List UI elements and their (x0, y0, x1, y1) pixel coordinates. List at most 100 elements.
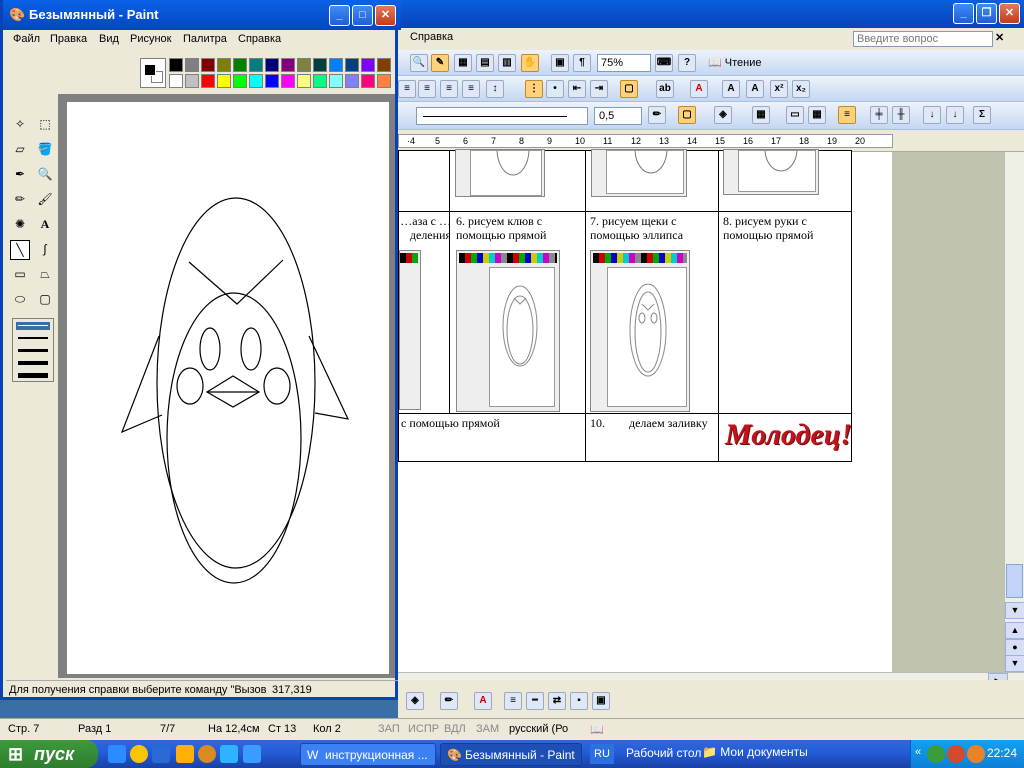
color-swatch[interactable] (201, 58, 215, 72)
curve-tool-icon[interactable]: ∫ (35, 240, 55, 260)
merge-cells-icon[interactable]: ▭ (786, 106, 804, 124)
shadow-icon[interactable]: ▪ (570, 692, 588, 710)
status-trk[interactable]: ИСПР (408, 723, 439, 735)
pencil-icon[interactable]: ✏ (10, 190, 30, 210)
spelling-icon[interactable]: 📖 (590, 723, 604, 736)
align-right-icon[interactable]: ≡ (440, 80, 458, 98)
grow-font-icon[interactable]: A (722, 80, 740, 98)
insert-table-icon[interactable]: ▦ (752, 106, 770, 124)
map-icon[interactable]: ▣ (551, 54, 569, 72)
color-swatch[interactable] (361, 74, 375, 88)
color-swatch[interactable] (281, 74, 295, 88)
menu-file[interactable]: Файл (13, 33, 40, 45)
close-doc-icon[interactable]: ✕ (995, 31, 1004, 44)
start-button[interactable]: ⊞ пуск (0, 740, 98, 768)
bullets-icon[interactable]: • (546, 80, 564, 98)
line-color-icon[interactable]: ✏ (440, 692, 458, 710)
font-color-icon[interactable]: A (690, 80, 708, 98)
color-swatch[interactable] (345, 74, 359, 88)
word-launch-icon[interactable] (243, 745, 261, 763)
sort-desc-icon[interactable]: ↓ (946, 106, 964, 124)
line-style-icon[interactable]: ≡ (504, 692, 522, 710)
status-rec[interactable]: ЗАП (378, 723, 400, 735)
color-swatch[interactable] (185, 58, 199, 72)
ask-question-input[interactable]: Введите вопрос (853, 31, 993, 47)
rect-select-icon[interactable]: ⬚ (35, 115, 55, 135)
research-icon[interactable]: 🔍 (410, 54, 428, 72)
color-swatch[interactable] (297, 58, 311, 72)
paint-close-button[interactable]: ✕ (375, 5, 396, 26)
color-swatch[interactable] (377, 74, 391, 88)
paint-maximize-button[interactable]: □ (352, 5, 373, 26)
language-indicator[interactable]: RU (590, 744, 614, 764)
line-width-selector[interactable] (12, 318, 54, 382)
fill-color-icon[interactable]: ◈ (406, 692, 424, 710)
distribute-rows-icon[interactable]: ╪ (870, 106, 888, 124)
fill-bucket-icon[interactable]: 🪣 (35, 140, 55, 160)
tray-update-icon[interactable] (967, 745, 985, 763)
menu-help[interactable]: Справка (410, 31, 453, 43)
rounded-rect-tool-icon[interactable]: ▢ (35, 290, 55, 310)
rectangle-tool-icon[interactable]: ▭ (10, 265, 30, 285)
paint-launch-icon[interactable] (198, 745, 216, 763)
color-swatch[interactable] (169, 74, 183, 88)
justify-icon[interactable]: ≡ (462, 80, 480, 98)
minimize-button[interactable]: _ (953, 3, 974, 24)
drawing-icon[interactable]: ✎ (431, 54, 449, 72)
brush-icon[interactable]: 🖌 (35, 190, 55, 210)
status-ovr[interactable]: ЗАМ (476, 723, 499, 735)
search-launch-icon[interactable] (220, 745, 238, 763)
read-mode-button[interactable]: 📖 Чтение (708, 56, 761, 69)
keyboard-icon[interactable]: ⌨ (655, 54, 673, 72)
increase-indent-icon[interactable]: ⇥ (590, 80, 608, 98)
scroll-thumb[interactable] (1006, 564, 1023, 598)
dash-style-icon[interactable]: ┅ (526, 692, 544, 710)
color-swatch[interactable] (233, 74, 247, 88)
media-player-icon[interactable] (130, 745, 148, 763)
color-swatch[interactable] (249, 74, 263, 88)
color-swatch[interactable] (217, 74, 231, 88)
line-spacing-icon[interactable]: ↕ (486, 80, 504, 98)
airbrush-icon[interactable]: ✺ (10, 215, 30, 235)
help-icon[interactable]: ? (678, 54, 696, 72)
menu-image[interactable]: Рисунок (130, 33, 172, 45)
ellipse-tool-icon[interactable]: ⬭ (10, 290, 30, 310)
magnifier-icon[interactable]: 🔍 (35, 165, 55, 185)
numbering-icon[interactable]: ⋮ (525, 80, 543, 98)
color-swatch[interactable] (313, 74, 327, 88)
color-swatch[interactable] (361, 58, 375, 72)
color-swatch[interactable] (169, 58, 183, 72)
shading-color-icon[interactable]: ◈ (714, 106, 732, 124)
color-swatch[interactable] (217, 58, 231, 72)
quick-launch-icon[interactable] (176, 745, 194, 763)
color-swatch[interactable] (233, 58, 247, 72)
columns-icon[interactable]: ▥ (498, 54, 516, 72)
task-word-document[interactable]: W инструкционная ... (300, 743, 436, 766)
color-swatch[interactable] (377, 58, 391, 72)
split-cells-icon[interactable]: ▦ (808, 106, 826, 124)
color-picker-icon[interactable]: ✒ (10, 165, 30, 185)
paint-canvas[interactable] (67, 102, 389, 674)
drawing-toggle-icon[interactable]: ✋ (521, 54, 539, 72)
color-swatch[interactable] (249, 58, 263, 72)
color-swatch[interactable] (297, 74, 311, 88)
color-swatch[interactable] (313, 58, 327, 72)
excel-icon[interactable]: ▤ (476, 54, 494, 72)
polygon-tool-icon[interactable]: ⏢ (35, 265, 55, 285)
line-weight-select[interactable]: 0,5 (594, 107, 642, 125)
color-swatch[interactable] (281, 58, 295, 72)
color-swatch[interactable] (345, 58, 359, 72)
menu-help[interactable]: Справка (238, 33, 281, 45)
eraser-icon[interactable]: ▱ (10, 140, 30, 160)
browse-object-button[interactable]: ● (1005, 639, 1024, 656)
next-page-button[interactable]: ▼ (1005, 655, 1024, 672)
status-ext[interactable]: ВДЛ (444, 723, 466, 735)
cell-align-icon[interactable]: ≡ (838, 106, 856, 124)
border-color-icon[interactable]: ✏ (648, 106, 666, 124)
close-button[interactable]: ✕ (999, 3, 1020, 24)
table-icon[interactable]: ▦ (454, 54, 472, 72)
decrease-indent-icon[interactable]: ⇤ (568, 80, 586, 98)
draw-font-color-icon[interactable]: A (474, 692, 492, 710)
align-center-icon[interactable]: ≡ (418, 80, 436, 98)
show-desktop-icon[interactable] (152, 745, 170, 763)
